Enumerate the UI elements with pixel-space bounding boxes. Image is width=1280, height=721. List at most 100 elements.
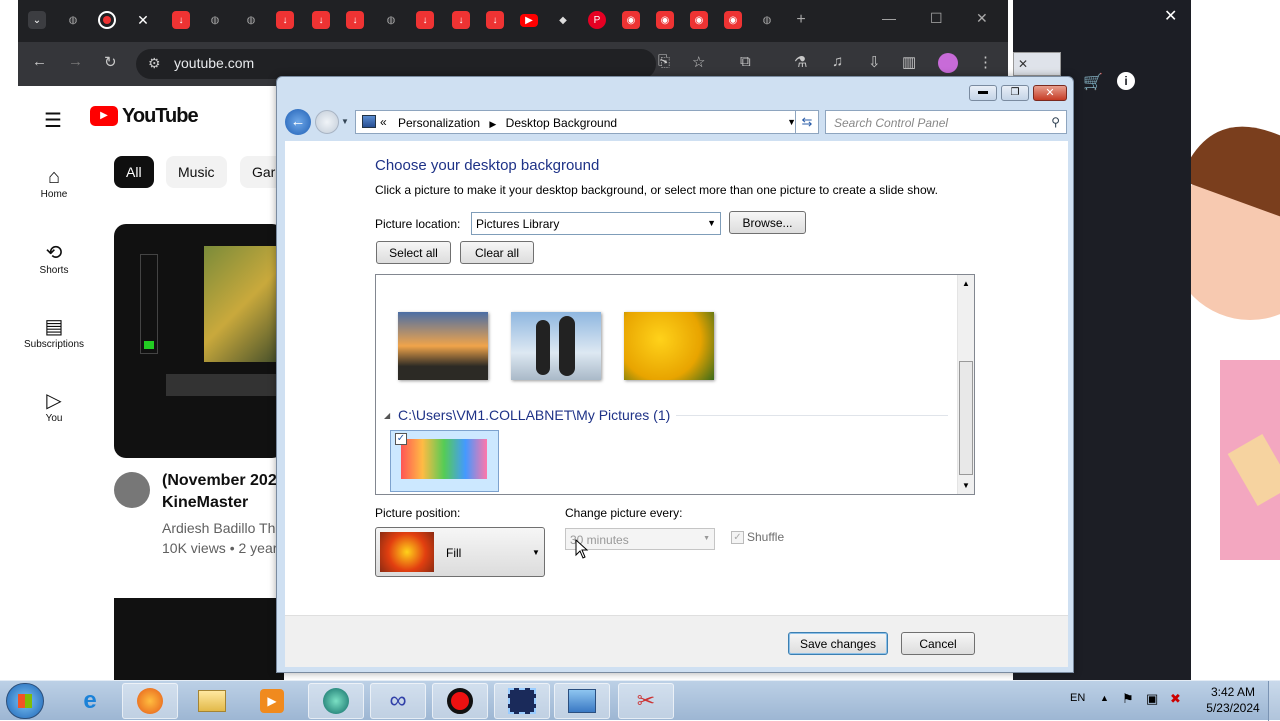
thumbnail-lighthouse[interactable] bbox=[398, 312, 488, 380]
side-panel-icon[interactable]: ▥ bbox=[902, 53, 916, 71]
youtube-logo-text[interactable]: YouTube bbox=[122, 105, 199, 128]
scrollbar-thumb[interactable] bbox=[959, 361, 973, 475]
record-icon[interactable] bbox=[98, 11, 116, 29]
address-bar[interactable]: ⚙ youtube.com bbox=[136, 49, 656, 79]
menu-icon[interactable]: ⋮ bbox=[978, 53, 993, 71]
video-thumbnail[interactable] bbox=[114, 224, 284, 458]
group-collapse-icon[interactable]: ◢ bbox=[384, 411, 390, 420]
taskbar-record-icon[interactable] bbox=[432, 683, 488, 719]
save-changes-button[interactable]: Save changes bbox=[788, 632, 888, 655]
media-icon[interactable]: ♫ bbox=[832, 53, 843, 70]
thumbnail-penguins[interactable] bbox=[511, 312, 601, 380]
pdf-tab-icon[interactable]: ↓ bbox=[486, 11, 504, 29]
thumbnail-selected-kids[interactable]: ✓ bbox=[390, 430, 499, 492]
hamburger-menu-icon[interactable]: ☰ bbox=[44, 108, 62, 133]
cart-icon[interactable]: 🛒 bbox=[1083, 72, 1103, 92]
globe-icon[interactable]: ◍ bbox=[382, 11, 400, 29]
start-button[interactable] bbox=[6, 683, 44, 719]
language-indicator[interactable]: EN bbox=[1070, 692, 1085, 704]
new-tab-plus-icon[interactable]: + bbox=[792, 11, 810, 29]
breadcrumb[interactable]: « Personalization ▶ Desktop Background ▼ bbox=[355, 110, 803, 134]
close-icon[interactable]: ✕ bbox=[1033, 85, 1067, 101]
select-all-button[interactable]: Select all bbox=[376, 241, 451, 264]
back-icon[interactable]: ← bbox=[285, 109, 311, 135]
pdf-tab-icon[interactable]: ↓ bbox=[346, 11, 364, 29]
profile-avatar[interactable] bbox=[938, 53, 958, 73]
search-input[interactable]: Search Control Panel ⚲ bbox=[825, 110, 1067, 134]
thumbnail-tulips[interactable] bbox=[624, 312, 714, 380]
close-window-icon[interactable]: ✕ bbox=[976, 10, 988, 27]
close-icon[interactable]: ✕ bbox=[1164, 6, 1177, 26]
reload-icon[interactable]: ↻ bbox=[104, 53, 117, 71]
channel-avatar[interactable] bbox=[114, 472, 150, 508]
clock[interactable]: 3:42 AM 5/23/2024 bbox=[1202, 685, 1264, 715]
browse-button[interactable]: Browse... bbox=[729, 211, 806, 234]
show-desktop-button[interactable] bbox=[1268, 681, 1280, 721]
cancel-button[interactable]: Cancel bbox=[901, 632, 975, 655]
taskbar-control-panel-icon[interactable] bbox=[554, 683, 610, 719]
app-tab-icon[interactable]: ◉ bbox=[724, 11, 742, 29]
minimize-icon[interactable]: ▬ bbox=[969, 85, 997, 101]
nav-you[interactable]: ▷ You bbox=[18, 388, 90, 424]
scrollbar[interactable]: ▲ ▼ bbox=[957, 275, 974, 494]
restore-icon[interactable]: ❐ bbox=[1001, 85, 1029, 101]
tab-search-icon[interactable]: ⌄ bbox=[28, 11, 46, 29]
taskbar-ie-icon[interactable]: e bbox=[62, 683, 118, 719]
youtube-logo-icon[interactable]: ▶ bbox=[90, 106, 118, 126]
globe-icon[interactable]: ◍ bbox=[64, 11, 82, 29]
video-title-line2[interactable]: KineMaster bbox=[162, 494, 248, 512]
bookmark-star-icon[interactable]: ☆ bbox=[692, 53, 705, 71]
volume-muted-icon[interactable]: ✖ bbox=[1170, 691, 1181, 707]
pdf-tab-icon[interactable]: ↓ bbox=[276, 11, 294, 29]
channel-name[interactable]: Ardiesh Badillo Th bbox=[162, 520, 275, 536]
labs-icon[interactable]: ⚗ bbox=[794, 53, 807, 71]
picture-position-select[interactable]: Fill ▼ bbox=[375, 527, 545, 577]
taskbar-infinity-icon[interactable]: ∞ bbox=[370, 683, 426, 719]
taskbar-film-icon[interactable] bbox=[494, 683, 550, 719]
nav-home[interactable]: ⌂ Home bbox=[18, 166, 90, 200]
taskbar-snipping-icon[interactable]: ✂ bbox=[618, 683, 674, 719]
show-hidden-icons[interactable]: ▲ bbox=[1100, 693, 1109, 703]
pdf-tab-icon[interactable]: ↓ bbox=[172, 11, 190, 29]
app-tab-icon[interactable]: ◉ bbox=[690, 11, 708, 29]
picture-location-select[interactable]: Pictures Library ▼ bbox=[471, 212, 721, 235]
pdf-tab-icon[interactable]: ↓ bbox=[452, 11, 470, 29]
forward-icon[interactable] bbox=[315, 110, 339, 134]
globe-icon[interactable]: ◍ bbox=[206, 11, 224, 29]
thumbnail-checkbox[interactable]: ✓ bbox=[395, 433, 407, 445]
scroll-up-icon[interactable]: ▲ bbox=[962, 279, 970, 288]
forward-icon[interactable]: → bbox=[68, 53, 83, 70]
breadcrumb-desktop-background[interactable]: Desktop Background bbox=[506, 116, 617, 130]
picture-list[interactable]: ◢ C:\Users\VM1.COLLABNET\My Pictures (1)… bbox=[375, 274, 975, 495]
taskbar-media-player-icon[interactable]: ▶ bbox=[244, 683, 300, 719]
globe-icon[interactable]: ◍ bbox=[242, 11, 260, 29]
pdf-tab-icon[interactable]: ↓ bbox=[312, 11, 330, 29]
refresh-icon[interactable]: ⇆ bbox=[795, 110, 819, 134]
scroll-down-icon[interactable]: ▼ bbox=[962, 481, 970, 490]
pinterest-icon[interactable]: P bbox=[588, 11, 606, 29]
minimize-icon[interactable]: — bbox=[882, 10, 896, 26]
youtube-tab-icon[interactable]: ▶ bbox=[520, 14, 538, 27]
globe-icon[interactable]: ◍ bbox=[758, 11, 776, 29]
nav-shorts[interactable]: ⟲ Shorts bbox=[18, 240, 90, 276]
pdf-tab-icon[interactable]: ↓ bbox=[416, 11, 434, 29]
recent-pages-chevron-icon[interactable]: ▼ bbox=[341, 117, 349, 126]
shuffle-checkbox[interactable]: ✓ bbox=[731, 531, 744, 544]
install-icon[interactable]: ⎘ bbox=[658, 53, 670, 70]
chip-music[interactable]: Music bbox=[166, 156, 227, 188]
search-icon[interactable]: ⚲ bbox=[1051, 115, 1060, 129]
back-icon[interactable]: ← bbox=[32, 53, 47, 70]
download-icon[interactable]: ⇩ bbox=[868, 53, 881, 71]
taskbar-app-icon[interactable] bbox=[308, 683, 364, 719]
network-icon[interactable]: ▣ bbox=[1146, 691, 1158, 707]
maximize-icon[interactable]: ☐ bbox=[930, 10, 943, 27]
action-center-flag-icon[interactable]: ⚑ bbox=[1122, 691, 1134, 707]
chip-all[interactable]: All bbox=[114, 156, 154, 188]
clear-all-button[interactable]: Clear all bbox=[460, 241, 534, 264]
app-tab-icon[interactable]: ◉ bbox=[656, 11, 674, 29]
breadcrumb-overflow[interactable]: « bbox=[380, 115, 387, 129]
breadcrumb-personalization[interactable]: Personalization bbox=[398, 116, 480, 130]
extensions-icon[interactable]: ⧉ bbox=[740, 53, 751, 70]
taskbar-firefox-icon[interactable] bbox=[122, 683, 178, 719]
taskbar-explorer-icon[interactable] bbox=[184, 683, 240, 719]
